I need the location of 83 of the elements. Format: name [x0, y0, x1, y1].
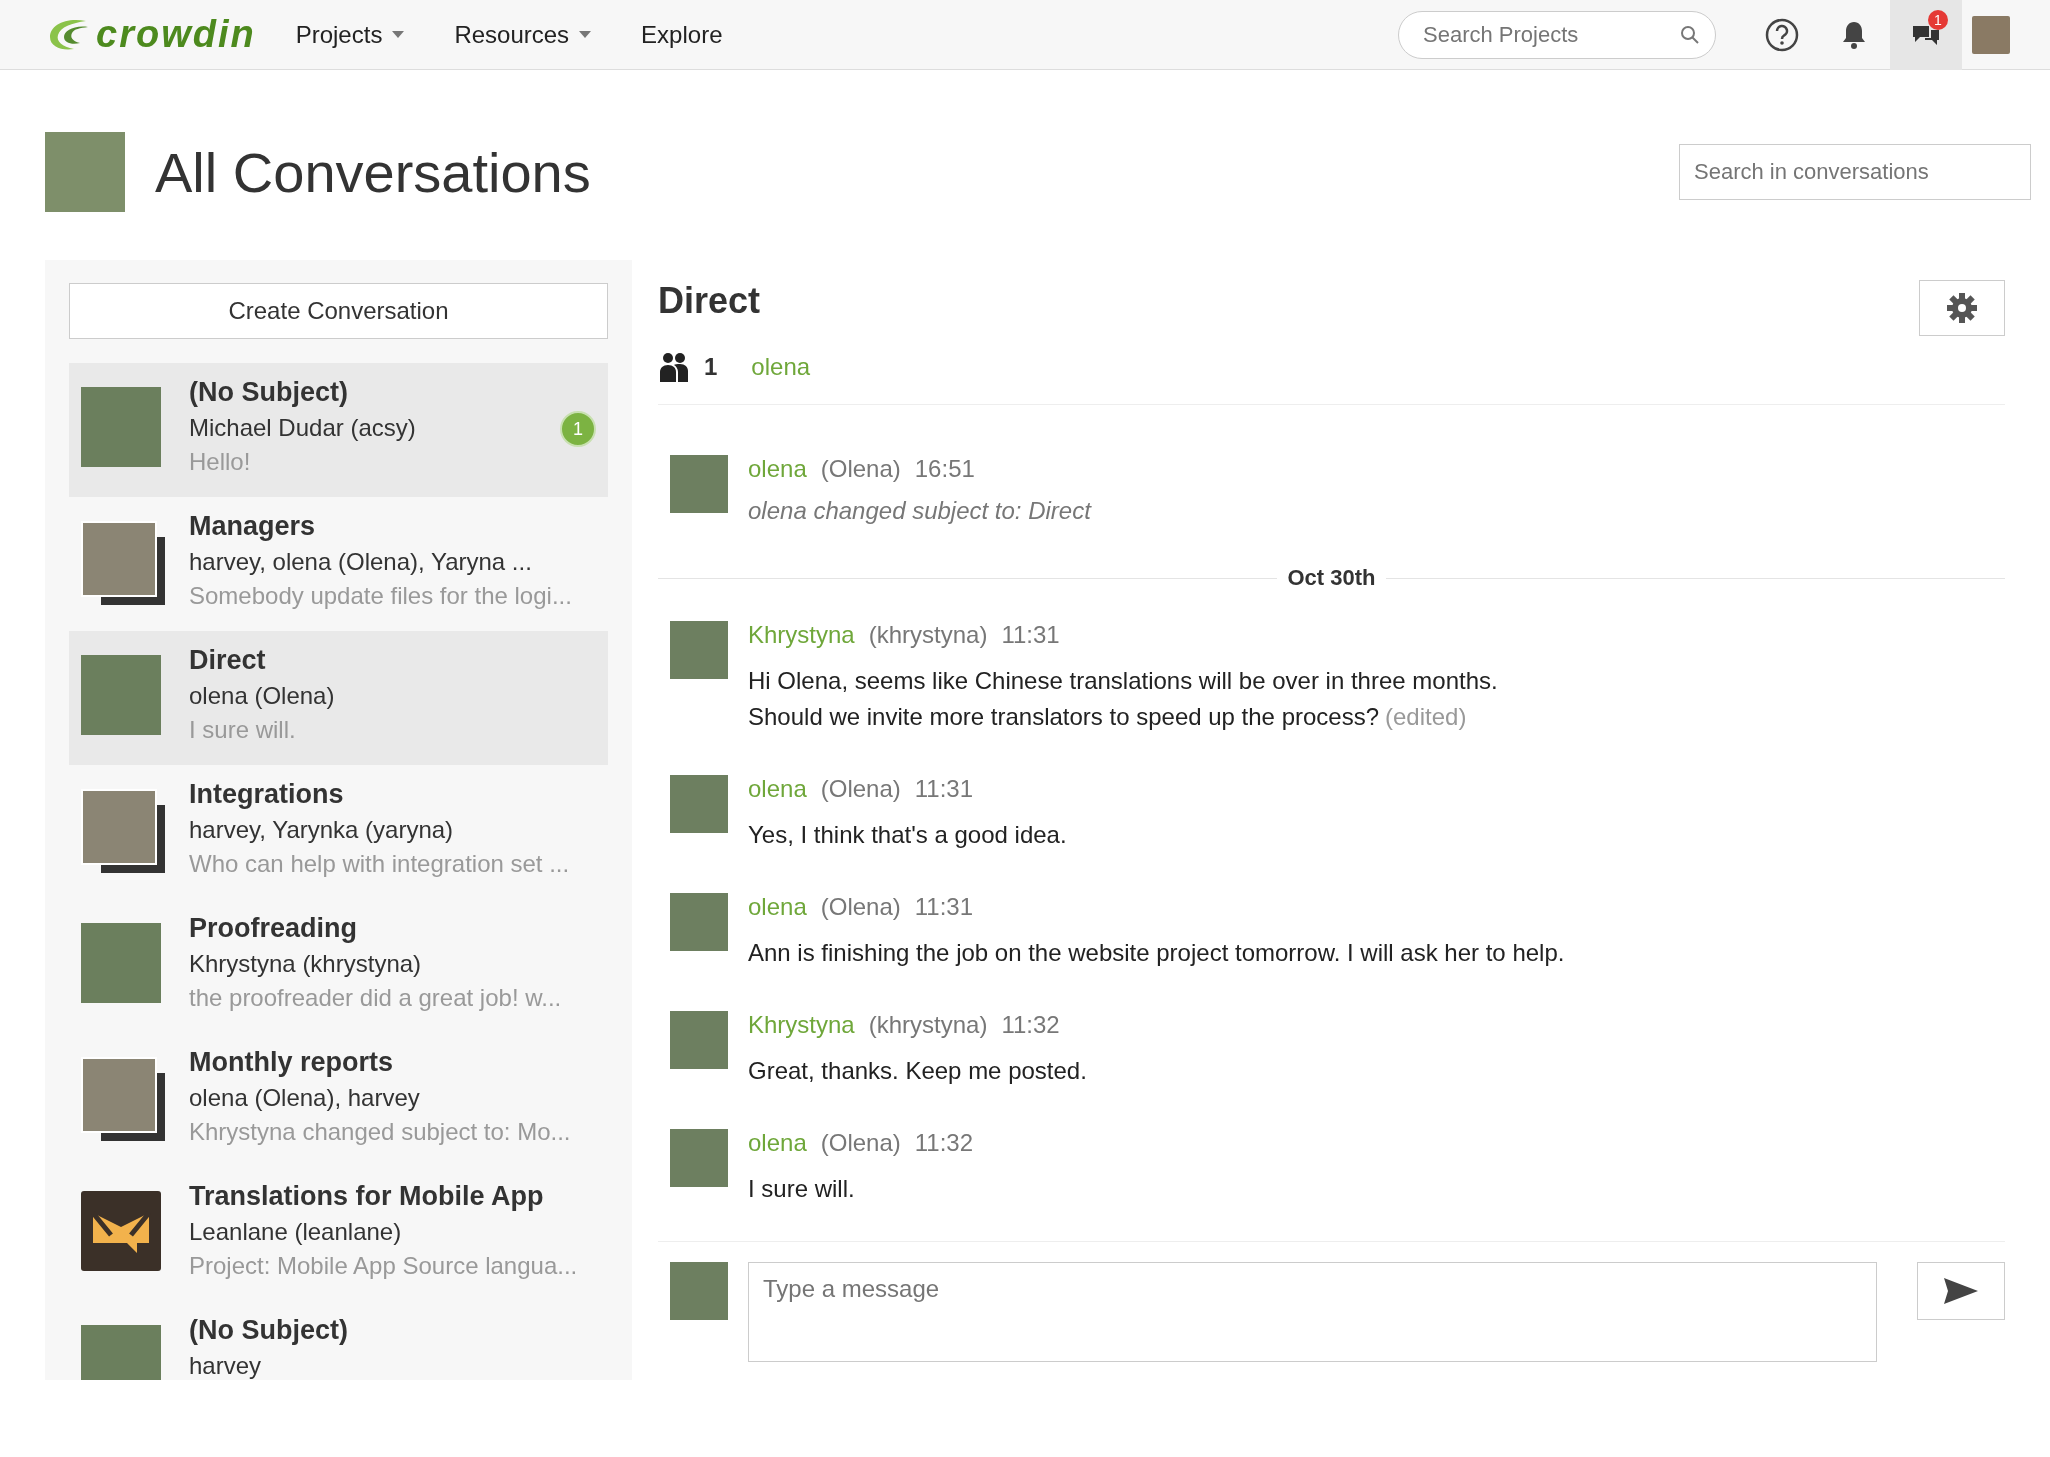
nav-menu-item[interactable]: Explore: [641, 20, 723, 49]
author-full-name: (Olena): [820, 455, 901, 483]
envelope-logo-icon: [81, 1191, 161, 1271]
avatar-photo: [670, 775, 728, 833]
avatar-photo: [670, 1262, 728, 1320]
avatar-photo: [670, 893, 728, 951]
conversation-item[interactable]: Integrations harvey, Yarynka (yaryna) Who can help with integration set ...: [69, 765, 608, 899]
conversation-preview: Who can help with integration set ...: [189, 850, 570, 878]
caret-icon: [392, 31, 405, 38]
conversation-item[interactable]: Direct olena (Olena) I sure will.: [69, 631, 608, 765]
settings-button[interactable]: [1919, 280, 2005, 336]
participant-count: 1: [704, 353, 718, 381]
send-icon: [1943, 1277, 1979, 1305]
conversation-item[interactable]: Monthly reports olena (Olena), harvey Khrystyna changed subject to: Mo...: [69, 1033, 608, 1167]
conversation-preview: Somebody update files for the logi...: [189, 582, 572, 610]
nav-menu-item[interactable]: Projects: [295, 20, 405, 49]
message-time: 11:31: [914, 775, 974, 803]
search-icon: [1680, 24, 1700, 45]
conversation-title: Direct: [658, 280, 761, 322]
avatar-photo: [670, 1011, 728, 1069]
people-icon: [658, 352, 690, 382]
nav-menu-item[interactable]: Resources: [454, 20, 592, 49]
notification-badge: 1: [1928, 9, 1948, 30]
conversation-subject: (No Subject): [189, 1315, 348, 1346]
settings-icon: [1946, 292, 1978, 324]
message-time: 11:32: [914, 1129, 974, 1157]
conversation-members: Michael Dudar (acsy): [189, 414, 416, 442]
conversation-members: harvey: [189, 1352, 263, 1380]
conversation-members: Khrystyna (khrystyna): [189, 950, 423, 978]
conversation-members: Leanlane (leanlane): [189, 1218, 403, 1246]
conversation-members: olena (Olena), harvey: [189, 1084, 421, 1112]
conversation-item[interactable]: Managers harvey, olena (Olena), Yaryna ... Somebody update files for the logi...: [69, 497, 608, 631]
message-text: Great, thanks. Keep me posted.: [748, 1056, 1087, 1086]
unread-badge: 1: [560, 411, 596, 447]
message-text: Yes, I think that's a good idea.: [748, 820, 1067, 850]
author-full-name: (Olena): [820, 893, 901, 921]
conversation-subject: Translations for Mobile App: [189, 1181, 545, 1212]
send-button[interactable]: [1917, 1262, 2005, 1320]
conversation-subject: Managers: [189, 511, 317, 542]
conversation-item[interactable]: (No Subject) harvey: [69, 1301, 608, 1380]
author-full-name: (Olena): [820, 775, 901, 803]
bell-icon: [1841, 19, 1867, 50]
avatar-photo: [670, 1129, 728, 1187]
conversation-members: olena (Olena): [189, 682, 335, 710]
avatar-photo: [670, 621, 728, 679]
conversation-subject: Integrations: [189, 779, 345, 810]
date-separator: Oct 30th: [1287, 565, 1376, 591]
conversation-preview: Khrystyna changed subject to: Mo...: [189, 1118, 571, 1146]
message-text: I sure will.: [748, 1174, 856, 1204]
author-full-name: (Olena): [820, 1129, 901, 1157]
avatar-photo: [670, 455, 728, 513]
conversation-members: harvey, olena (Olena), Yaryna ...: [189, 548, 533, 576]
message-text: Hi Olena, seems like Chinese translations will be over in three months. Should we invite more translators to speed up the process? (edited): [748, 666, 1498, 732]
message-text: Ann is finishing the job on the website project tomorrow. I will ask her to help.: [748, 938, 1565, 968]
create-conversation-button[interactable]: Create Conversation: [69, 283, 608, 339]
conversation-item[interactable]: (No Subject) Michael Dudar (acsy) Hello! 1: [69, 363, 608, 497]
conversation-subject: Proofreading: [189, 913, 358, 944]
user-avatar[interactable]: [1972, 15, 2010, 54]
conversation-preview: I sure will.: [189, 716, 297, 744]
conversation-search-field[interactable]: Search in conversations: [1679, 144, 2031, 200]
conversation-subject: (No Subject): [189, 377, 349, 408]
author-full-name: (khrystyna): [868, 1011, 988, 1039]
message-input[interactable]: Type a message: [748, 1262, 1877, 1362]
message-time: 11:31: [1001, 621, 1060, 649]
conversation-subject: Monthly reports: [189, 1047, 394, 1078]
message-time: 11:31: [914, 893, 974, 921]
conversation-preview: Hello!: [189, 448, 252, 476]
conversation-members: harvey, Yarynka (yaryna): [189, 816, 455, 844]
help-icon: [1765, 17, 1799, 52]
conversation-item[interactable]: Proofreading Khrystyna (khrystyna) the proofreader did a great job! w...: [69, 899, 608, 1033]
logo[interactable]: crowdin: [46, 13, 256, 56]
page-title: All Conversations: [155, 139, 592, 205]
message-time: 16:51: [914, 455, 975, 483]
messages-button[interactable]: 1: [1890, 0, 1962, 70]
conversation-item[interactable]: Translations for Mobile App Leanlane (leanlane) Project: Mobile App Source langua...: [69, 1167, 608, 1301]
conversation-preview: Project: Mobile App Source langua...: [189, 1252, 578, 1280]
project-search-field[interactable]: Search Projects: [1398, 10, 1716, 59]
conversation-subject: Direct: [189, 645, 267, 676]
author-full-name: (khrystyna): [868, 621, 988, 649]
caret-icon: [579, 31, 592, 38]
message-time: 11:32: [1001, 1011, 1060, 1039]
conversation-preview: the proofreader did a great job! w...: [189, 984, 562, 1012]
system-message: olena changed subject to: Direct: [748, 497, 1091, 525]
